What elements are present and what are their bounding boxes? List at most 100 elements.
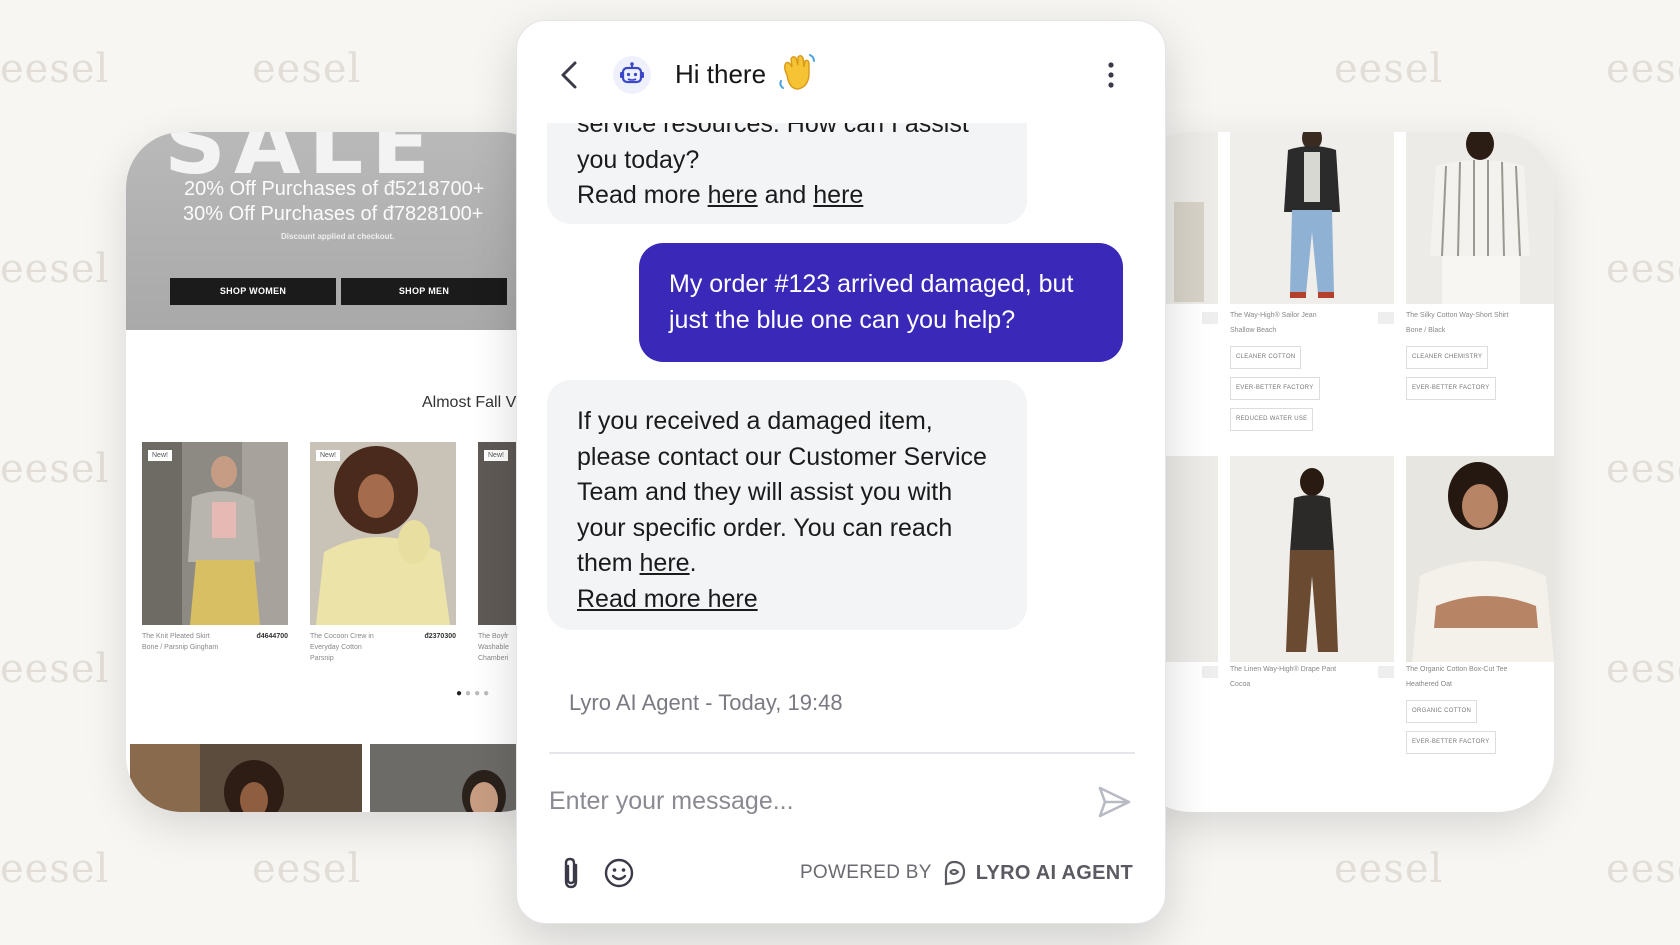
product-info: The Linen Way-High® Drape Pant Cocoa xyxy=(1230,662,1394,692)
sustainability-chip: EVER-BETTER FACTORY xyxy=(1230,377,1320,400)
product-name: The Boyfr xyxy=(478,633,509,640)
product-image: New! xyxy=(142,442,288,625)
sustainability-chip: EVER-BETTER FACTORY xyxy=(1406,731,1496,754)
product-variant: Cocoa xyxy=(1230,681,1251,688)
bot-message: If you received a damaged item, please c… xyxy=(547,380,1027,630)
bot-message: service resources. How can I assist you … xyxy=(547,123,1027,224)
offer-line-2: 30% Off Purchases of đ7828100+ xyxy=(183,203,484,225)
watermark: eesel xyxy=(1606,246,1680,292)
product-color: Parsnip xyxy=(310,655,334,662)
user-message: My order #123 arrived damaged, but just … xyxy=(639,243,1123,362)
chevron-left-icon xyxy=(561,61,577,89)
watermark: eesel xyxy=(1606,46,1680,92)
composer-divider xyxy=(549,752,1135,754)
shop-men-button[interactable]: SHOP MEN xyxy=(341,278,507,305)
powered-by-label: POWERED BY xyxy=(799,862,932,883)
watermark: eesel xyxy=(0,846,110,892)
chat-header: Hi there xyxy=(517,21,1165,123)
discount-note: Discount applied at checkout. xyxy=(281,232,395,241)
sustainability-chip: CLEANER CHEMISTRY xyxy=(1406,346,1489,369)
kebab-menu-icon xyxy=(1108,62,1114,88)
sustainability-chip: ORGANIC COTTON xyxy=(1406,700,1478,723)
message-list[interactable]: service resources. How can I assist you … xyxy=(517,123,1165,769)
here-link[interactable]: here xyxy=(813,181,863,209)
watermark: eesel xyxy=(1606,446,1680,492)
product-color: Chamberi xyxy=(478,655,509,662)
watermark: eesel xyxy=(1606,646,1680,692)
message-meta: Lyro AI Agent - Today, 19:48 xyxy=(569,690,843,715)
watermark: eesel xyxy=(1334,846,1444,892)
product-image[interactable] xyxy=(1230,456,1394,662)
here-link[interactable]: here xyxy=(640,549,690,577)
send-button[interactable] xyxy=(1095,783,1133,821)
here-link[interactable]: here xyxy=(708,181,758,209)
product-card[interactable]: New! đ2370300 The Cocoon Crew in Everyda… xyxy=(310,442,456,664)
message-line: service resources. How can I assist xyxy=(577,123,969,138)
sustainability-chip: REDUCED WATER USE xyxy=(1230,408,1314,431)
message-input[interactable] xyxy=(549,776,1069,826)
wishlist-icon[interactable] xyxy=(1202,666,1218,678)
emoji-button[interactable] xyxy=(603,857,635,889)
product-image: New! xyxy=(310,442,456,625)
sustainability-chip: CLEANER COTTON xyxy=(1230,346,1302,369)
watermark: eesel xyxy=(0,446,110,492)
smiley-icon xyxy=(604,858,634,888)
powered-by[interactable]: POWERED BY LYRO AI AGENT xyxy=(800,859,1133,887)
bot-avatar-icon xyxy=(613,56,651,94)
product-name: The Knit Pleated Skirt xyxy=(142,633,210,640)
watermark: eesel xyxy=(0,646,110,692)
product-image[interactable] xyxy=(1230,132,1394,304)
product-variant: Heathered Oat xyxy=(1406,681,1452,688)
sustainability-chip: EVER-BETTER FACTORY xyxy=(1406,377,1496,400)
attach-button[interactable] xyxy=(557,855,585,891)
and-text: and xyxy=(757,181,814,209)
wishlist-icon[interactable] xyxy=(1378,312,1394,324)
product-image[interactable] xyxy=(1406,132,1554,304)
brand-name: LYRO AI AGENT xyxy=(975,861,1133,884)
wishlist-icon[interactable] xyxy=(1202,312,1218,324)
product-name: The Organic Cotton Box-Cut Tee xyxy=(1406,666,1508,673)
product-name: The Way-High® Sailor Jean xyxy=(1230,312,1317,319)
watermark: eesel xyxy=(1606,846,1680,892)
product-info: The Silky Cotton Way-Short Shirt Bone / … xyxy=(1406,308,1554,400)
product-name: The Linen Way-High® Drape Pant xyxy=(1230,666,1337,673)
product-info: The Organic Cotton Box-Cut Tee Heathered… xyxy=(1406,662,1554,754)
watermark: eesel xyxy=(0,46,110,92)
send-icon xyxy=(1098,786,1131,818)
product-variant: Bone / Black xyxy=(1406,327,1446,334)
more-options-button[interactable] xyxy=(1101,57,1121,93)
product-variant: Washable xyxy=(478,644,509,651)
product-name: The Silky Cotton Way-Short Shirt xyxy=(1406,312,1509,319)
wishlist-icon[interactable] xyxy=(1378,666,1394,678)
new-badge: New! xyxy=(484,450,508,461)
offer-line-1: 20% Off Purchases of đ5218700+ xyxy=(184,178,485,200)
carousel-dots[interactable]: ●●●● xyxy=(456,688,492,699)
product-variant: Bone / Parsnip Gingham xyxy=(142,644,219,651)
product-variant: Shallow Beach xyxy=(1230,327,1277,334)
watermark: eesel xyxy=(1334,46,1444,92)
lifestyle-image xyxy=(130,744,362,812)
product-card[interactable]: New! đ4644700 The Knit Pleated Skirt Bon… xyxy=(142,442,288,653)
message-line: you today? xyxy=(577,145,700,174)
product-price: đ2370300 xyxy=(424,633,456,640)
product-info: The Way-High® Sailor Jean Shallow Beach … xyxy=(1230,308,1394,431)
read-more-link[interactable]: Read more here xyxy=(577,585,758,613)
product-variant: Everyday Cotton xyxy=(310,644,362,651)
lyro-logo-icon xyxy=(944,860,965,886)
watermark: eesel xyxy=(252,46,362,92)
read-more-prefix: Read more xyxy=(577,181,708,209)
product-price: đ4644700 xyxy=(256,633,288,640)
shop-women-button[interactable]: SHOP WOMEN xyxy=(170,278,336,305)
bot-message-text: If you received a damaged item, please c… xyxy=(577,407,987,577)
watermark: eesel xyxy=(0,246,110,292)
chat-widget: Hi there service resources. How can I as… xyxy=(516,20,1166,924)
back-button[interactable] xyxy=(555,55,585,95)
new-badge: New! xyxy=(316,450,340,461)
watermark: eesel xyxy=(252,846,362,892)
section-title: Almost Fall V xyxy=(422,394,517,411)
new-badge: New! xyxy=(148,450,172,461)
product-image[interactable] xyxy=(1406,456,1554,662)
sale-hero-banner: SALE 20% Off Purchases of đ5218700+ 30% … xyxy=(126,132,556,330)
paperclip-icon xyxy=(564,857,578,889)
store-left-preview: SALE 20% Off Purchases of đ5218700+ 30% … xyxy=(126,132,556,812)
